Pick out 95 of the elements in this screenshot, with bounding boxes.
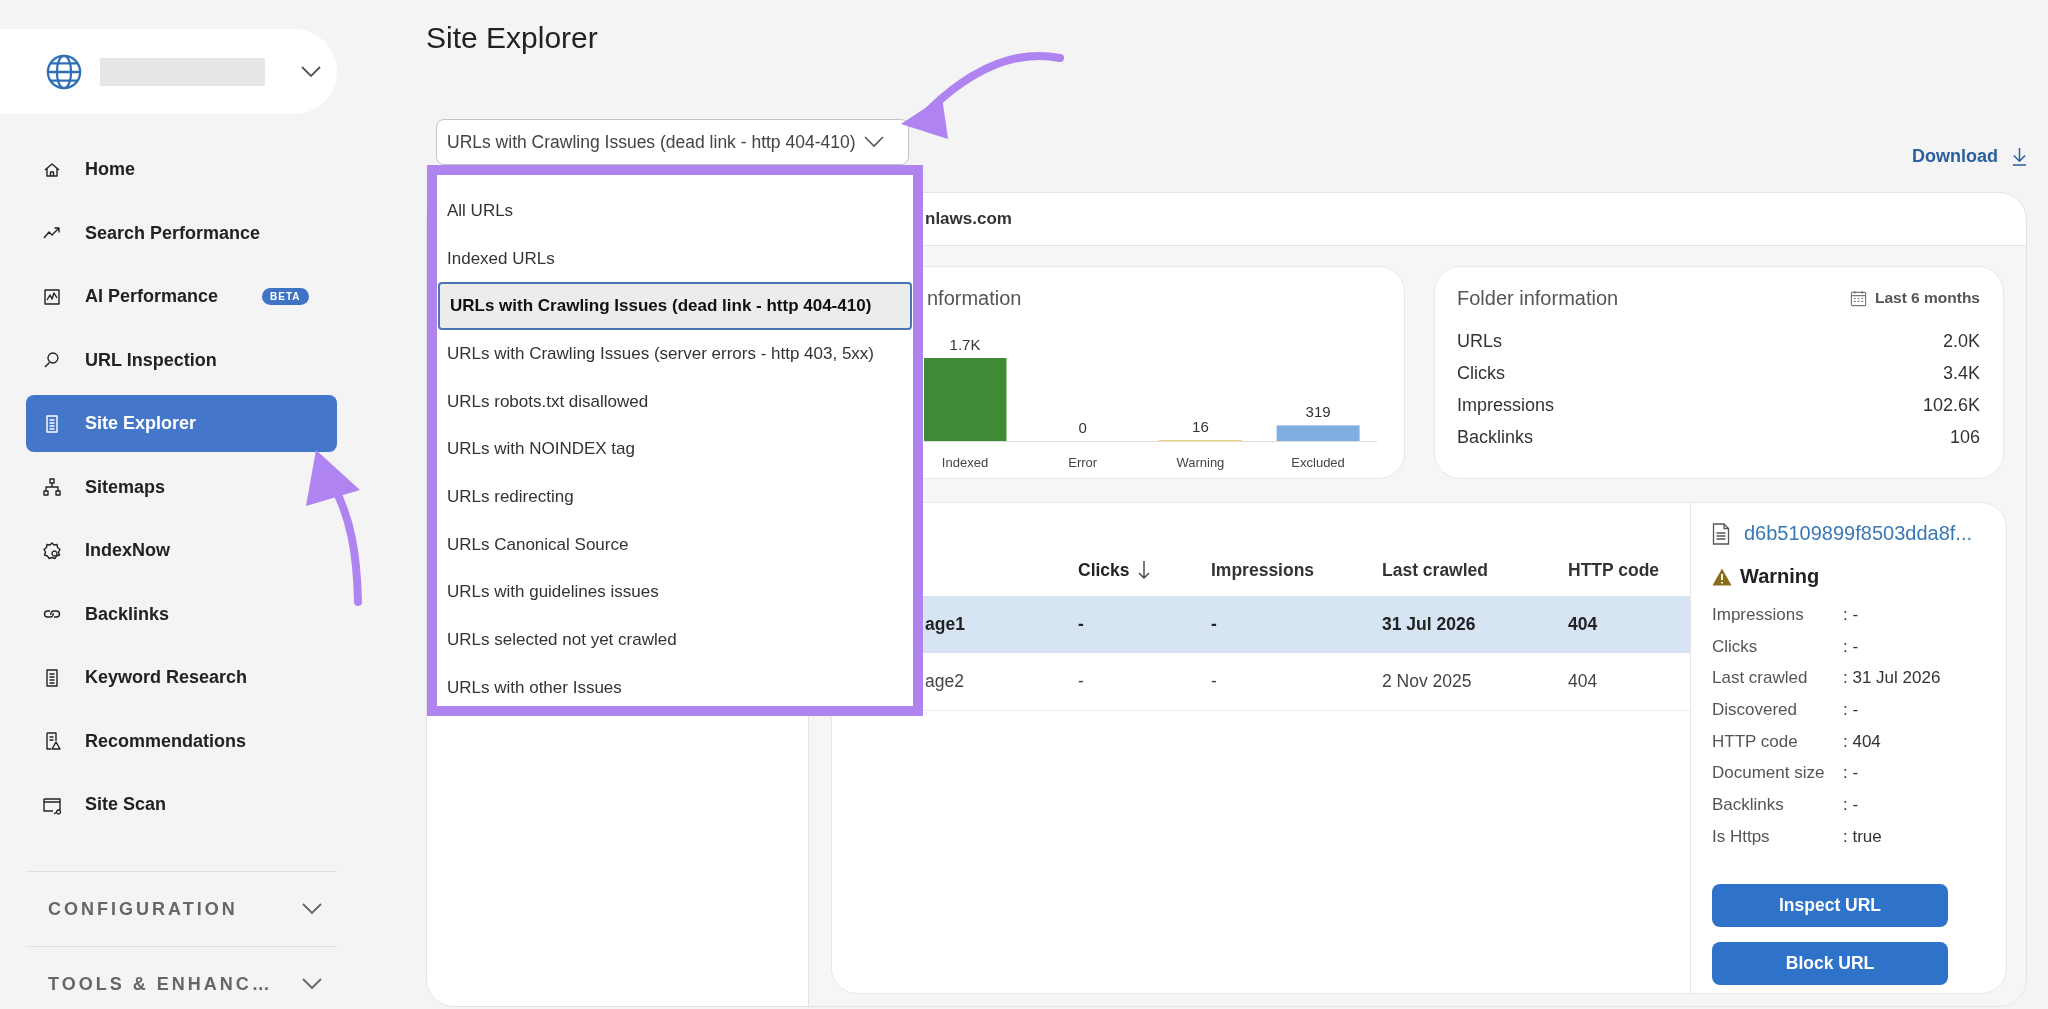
dropdown-option[interactable]: Indexed URLs [437, 234, 913, 283]
nav-item[interactable]: Sitemaps [26, 458, 182, 516]
column-header[interactable]: Impressions [1211, 559, 1315, 581]
action-button[interactable]: Inspect URL [1712, 883, 1948, 927]
detail-label: Impressions [1712, 604, 1805, 625]
detail-label: Discovered [1712, 699, 1799, 720]
filter-dropdown[interactable]: URLs with Crawling Issues (dead link - http 404-410) [436, 119, 909, 165]
column-header[interactable]: HTTP code [1568, 559, 1660, 581]
nav-item[interactable]: IndexNow [26, 522, 186, 579]
table-cell-text: - [1211, 614, 1218, 635]
dropdown-option[interactable]: All URLs [437, 187, 913, 235]
column-header[interactable]: Last crawled [1382, 559, 1489, 581]
page-name-cell-text: age2 [924, 671, 965, 692]
detail-label: HTTP code [1712, 731, 1799, 752]
nav-item[interactable]: Site Scan [26, 776, 183, 833]
stat-value: 3.4K [1942, 362, 1980, 384]
calendar-icon [1849, 289, 1867, 307]
stat-label: Clicks [1457, 362, 1505, 384]
card-title: nformation [927, 286, 1023, 310]
stat-label: Impressions [1457, 394, 1555, 416]
dropdown-option[interactable]: URLs robots.txt disallowed [437, 377, 913, 426]
table-cell-text: - [1078, 614, 1085, 635]
chevron-down-icon [301, 65, 321, 78]
chevron-icon [302, 903, 322, 915]
value-label: 319 [1305, 403, 1331, 421]
site-selector[interactable] [0, 29, 337, 114]
category-label: Indexed [941, 455, 989, 470]
detail-value: : 404 [1843, 731, 1881, 752]
dropdown-option[interactable]: URLs redirecting [437, 473, 913, 521]
file-icon [1712, 522, 1730, 545]
value-label: 1.7K [949, 336, 981, 353]
category-label: Error [1068, 455, 1098, 470]
download-link[interactable]: Download [1912, 146, 2027, 167]
nav-item[interactable]: Home [26, 141, 151, 198]
sitemap-icon [42, 477, 62, 497]
table-cell-text: 404 [1568, 614, 1599, 635]
page-name-cell-text: age1 [924, 614, 966, 635]
dropdown-option[interactable]: URLs with Crawling Issues (dead link - http 404-410) [438, 282, 912, 331]
site-domain: nlaws.com [925, 209, 1012, 229]
url-link[interactable]: d6b5109899f8503dda8f... [1744, 522, 1972, 545]
stat-value: 106 [1949, 426, 1980, 448]
stat-label: Backlinks [1457, 426, 1534, 448]
warning-icon [1712, 567, 1732, 586]
nav-item[interactable]: Site Explorer [26, 395, 337, 452]
detail-label: Clicks [1712, 636, 1759, 657]
nav-item[interactable]: Backlinks [26, 585, 186, 643]
chevron-down-icon [863, 136, 884, 148]
detail-value: : true [1843, 826, 1882, 847]
period-label: Last 6 months [1874, 289, 1980, 307]
action-button[interactable]: Block URL [1712, 941, 1948, 985]
globe-icon [45, 52, 83, 91]
dropdown-option[interactable]: URLs with NOINDEX tag [437, 425, 913, 474]
nav-item[interactable]: AI Performance BETA [26, 268, 325, 325]
chart-icon [42, 286, 62, 307]
stat-value: 102.6K [1922, 394, 1980, 416]
value-label: 16 [1192, 418, 1209, 436]
dropdown-option[interactable]: URLs Canonical Source [437, 520, 913, 569]
stat-value: 2.0K [1942, 330, 1980, 352]
value-label: 0 [1078, 419, 1087, 436]
section-toggle[interactable]: TOOLS & ENHANC… [26, 946, 337, 1009]
nav-item[interactable]: Search Performance [26, 204, 277, 262]
nav-item[interactable]: Recommendations [26, 712, 263, 770]
table-cell-text: - [1211, 671, 1218, 692]
download-icon [2012, 147, 2027, 166]
section-toggle[interactable]: CONFIGURATION [26, 871, 337, 946]
detail-label: Is Https [1712, 826, 1771, 847]
category-label: Warning [1176, 455, 1225, 470]
table-cell-text: 2 Nov 2025 [1382, 671, 1473, 692]
nav-item[interactable]: URL Inspection [26, 331, 233, 389]
detail-value: : - [1843, 794, 1859, 815]
page-title: Site Explorer [426, 20, 599, 56]
table-cell-text: 404 [1568, 671, 1599, 692]
detail-value: : - [1843, 699, 1859, 720]
category-label: Excluded [1291, 455, 1345, 470]
stat-label: URLs [1457, 330, 1502, 352]
table-row[interactable]: age2 - - 2 Nov 2025 404 [850, 653, 1690, 711]
sort-down-icon [1137, 560, 1150, 580]
table-cell-text: 31 Jul 2026 [1382, 614, 1477, 635]
nav-item[interactable]: Keyword Research [26, 649, 264, 706]
table-cell-text: - [1078, 671, 1085, 692]
detail-label: Backlinks [1712, 794, 1785, 815]
detail-label: Last crawled [1712, 668, 1809, 689]
dropdown-option[interactable]: URLs with Crawling Issues (server errors - http 403, 5xx) [437, 330, 913, 378]
detail-value: : - [1843, 636, 1859, 657]
status-label: Warning [1740, 565, 1820, 588]
card-title: Folder information [1457, 286, 1619, 310]
search-icon [42, 350, 62, 370]
detail-label: Document size [1712, 763, 1826, 784]
detail-value: : - [1843, 604, 1859, 625]
column-header[interactable]: Clicks [1078, 559, 1150, 581]
beta-badge: BETA [262, 288, 309, 305]
chevron-icon [302, 978, 322, 990]
detail-value: : - [1843, 763, 1859, 784]
detail-value: : 31 Jul 2026 [1843, 668, 1941, 689]
gear-icon [42, 540, 62, 561]
